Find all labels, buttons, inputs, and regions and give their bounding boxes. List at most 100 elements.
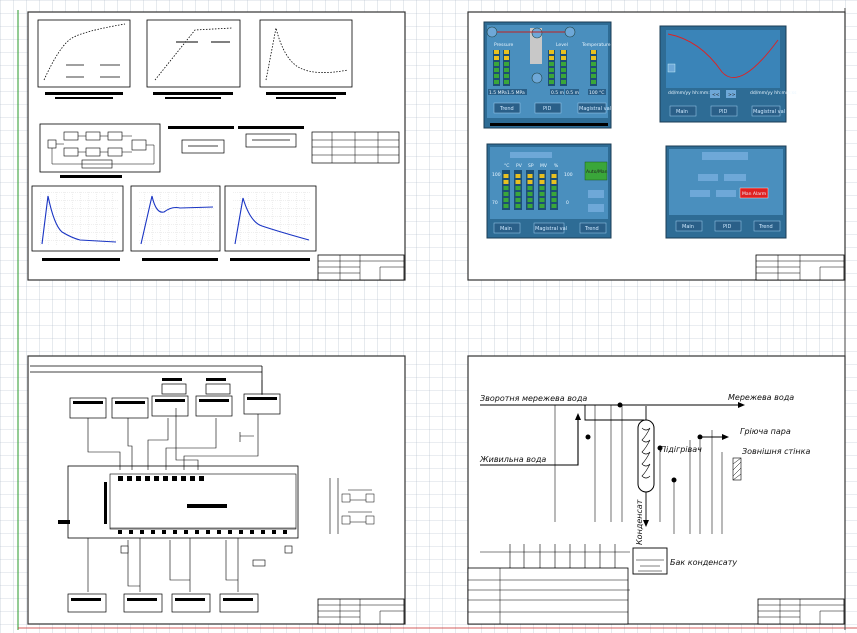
gauge-led [504, 74, 509, 78]
terminal-pin [261, 530, 265, 534]
gauge-led [503, 204, 509, 208]
gauge-led [591, 50, 596, 54]
gauge-led [539, 186, 545, 190]
hmi2-pid-label: PID [719, 109, 727, 115]
sheet-2-hmi-screens: Pressure Level Temperature 1.5 MPa 1.5 M… [467, 11, 846, 281]
relay-label-bar [206, 378, 226, 381]
transient-plot-2 [130, 185, 221, 261]
terminal-pin [118, 476, 123, 481]
transient-plot-3 [224, 185, 317, 261]
gauge-led [561, 62, 566, 66]
gauge-led [561, 50, 566, 54]
gauge-led [549, 80, 554, 84]
terminal-pin [151, 530, 155, 534]
gauge-led [527, 198, 533, 202]
hmi1-readout-4: 0.5 m [566, 90, 579, 96]
hmi3-auto-man-label: Auto/Man [586, 169, 608, 175]
gauge-led [503, 198, 509, 202]
response-chart-3 [259, 19, 353, 99]
hmi1-pid-label: PID [543, 106, 551, 112]
terminal-pin [162, 530, 166, 534]
hmi2-axis-right: dd/mm/yy hh:mm:ss [750, 90, 797, 96]
response-chart-1 [37, 19, 131, 99]
hmi4-trend-label: Trend [758, 224, 773, 230]
sensor-label-bar [247, 397, 277, 400]
gauge-led [561, 80, 566, 84]
gauge-led [494, 68, 499, 72]
hmi1-title-level: Level [556, 42, 568, 48]
actuator-box [67, 593, 107, 613]
title-block-3 [317, 598, 405, 625]
gauge-led [561, 68, 566, 72]
gauge-led [527, 192, 533, 196]
terminal-pin [154, 476, 159, 481]
transient-plot-1 [31, 185, 124, 261]
hmi3-main-label: Main [500, 226, 512, 232]
condensate-tank [632, 547, 668, 575]
hmi3-header-sp: SP [528, 163, 534, 169]
hmi1-readout-5: 100 °C [589, 90, 604, 96]
gauge-led [515, 198, 521, 202]
actuator-box [171, 593, 211, 613]
engineering-drawing: Pressure Level Temperature 1.5 MPa 1.5 M… [0, 0, 857, 633]
gauge-led [527, 174, 533, 178]
gauge-led [494, 50, 499, 54]
sensor-label-bar [115, 401, 145, 404]
gauge-led [504, 56, 509, 60]
label-condensate-tank: Бак конденсату [670, 558, 737, 567]
gauge-led [527, 186, 533, 190]
hmi2-axis-left: dd/mm/yy hh:mm:ss [668, 90, 715, 96]
hmi2-next-label: >> [728, 92, 736, 98]
caption-bar [168, 126, 234, 129]
parameter-table [311, 131, 400, 164]
hmi3-side-button-1[interactable] [588, 190, 604, 198]
gauge-led [494, 62, 499, 66]
control-loop-block-diagram [39, 123, 161, 178]
hmi3-header-pv: PV [516, 163, 523, 169]
terminal-pin [195, 530, 199, 534]
drawing-canvas: Pressure Level Temperature 1.5 MPa 1.5 M… [0, 0, 857, 633]
gauge-led [551, 198, 557, 202]
gauge-led [551, 204, 557, 208]
hmi1-readout-2: 1.5 MPa [507, 90, 525, 96]
terminal-pin [181, 476, 186, 481]
hmi1-trend-label: Trend [499, 106, 514, 112]
terminal-pin [172, 476, 177, 481]
gauge-led [539, 198, 545, 202]
hmi3-trend-label: Trend [584, 226, 599, 232]
sheet-1-simulation-results [27, 11, 406, 281]
sheet-3-wiring-diagram [27, 355, 406, 625]
hmi1-title-pressure: Pressure [494, 42, 513, 48]
gauge-led [494, 74, 499, 78]
actuator-label-bar [127, 598, 157, 601]
terminal-pin [136, 476, 141, 481]
gauge-led [503, 192, 509, 196]
gauge-led [504, 50, 509, 54]
terminal-pin [272, 530, 276, 534]
hmi4-alarm-label: Man Alarm [742, 191, 766, 197]
gauge-led [551, 186, 557, 190]
hmi1-readout-3: 0.5 m [551, 90, 564, 96]
gauge-led [549, 62, 554, 66]
gauge-led [551, 174, 557, 178]
gauge-led [515, 180, 521, 184]
sheet-4-process-scheme: Зворотня мережева вода Мережева вода Грі… [467, 355, 846, 625]
hmi-panel-main: Pressure Level Temperature 1.5 MPa 1.5 M… [483, 21, 612, 129]
gauge-led [494, 80, 499, 84]
actuator-label-bar [175, 598, 205, 601]
terminal-pin [163, 476, 168, 481]
gauge-led [504, 80, 509, 84]
gauge-led [539, 174, 545, 178]
hmi-panel-valve: Man Alarm Main PID Trend [665, 145, 787, 239]
hmi3-side-button-2[interactable] [588, 204, 604, 212]
terminal-pin [129, 530, 133, 534]
hmi-panel-pid: °C PV SP MV % 100 70 100 0 Auto/Man Main… [486, 143, 612, 239]
hmi3-scale-top-right: 100 [564, 172, 573, 178]
relay-box [205, 383, 231, 395]
actuator-label-bar [71, 598, 101, 601]
hmi1-readout-1: 1.5 MPa [489, 90, 507, 96]
gauge-led [591, 68, 596, 72]
terminal-pin [127, 476, 132, 481]
label-network-water: Мережева вода [728, 393, 794, 402]
label-feed-water: Живильна вода [479, 455, 546, 464]
